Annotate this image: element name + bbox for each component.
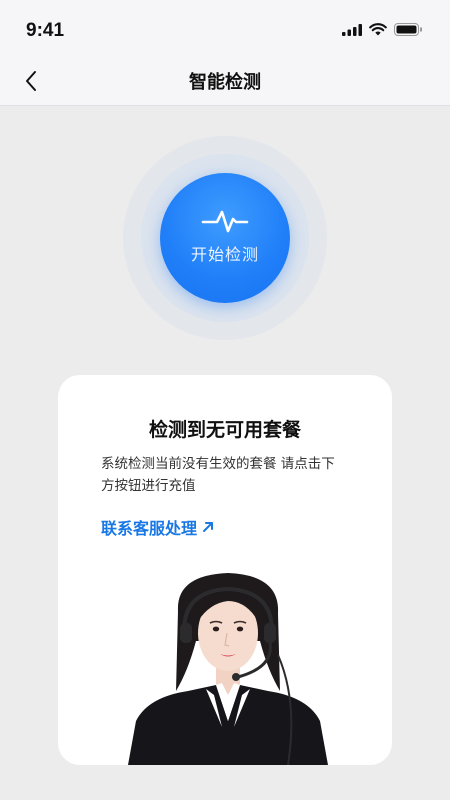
customer-service-agent-illustration [128,573,328,765]
cellular-signal-icon [342,23,362,36]
card-title: 检测到无可用套餐 [148,419,301,441]
status-bar: 9:41 [0,0,450,56]
no-package-card: 检测到无可用套餐 系统检测当前没有生效的套餐 请点击下方按钮进行充值 联系客服处… [58,375,392,765]
nav-bar: 智能检测 [0,56,450,106]
contact-support-label: 联系客服处理 [101,519,198,538]
wifi-icon [369,23,387,36]
heartbeat-pulse-icon [201,210,249,233]
arrow-up-right-icon [203,522,214,532]
status-icons [342,23,423,36]
start-detection-label: 开始检测 [190,245,259,264]
status-time: 9:41 [26,20,65,41]
page-title: 智能检测 [189,72,261,93]
start-detection-button[interactable]: 开始检测 [160,173,290,303]
card-description: 系统检测当前没有生效的套餐 请点击下方按钮进行充值 [101,456,335,494]
battery-icon [394,23,422,36]
contact-support-link[interactable]: 联系客服处理 [101,515,215,539]
